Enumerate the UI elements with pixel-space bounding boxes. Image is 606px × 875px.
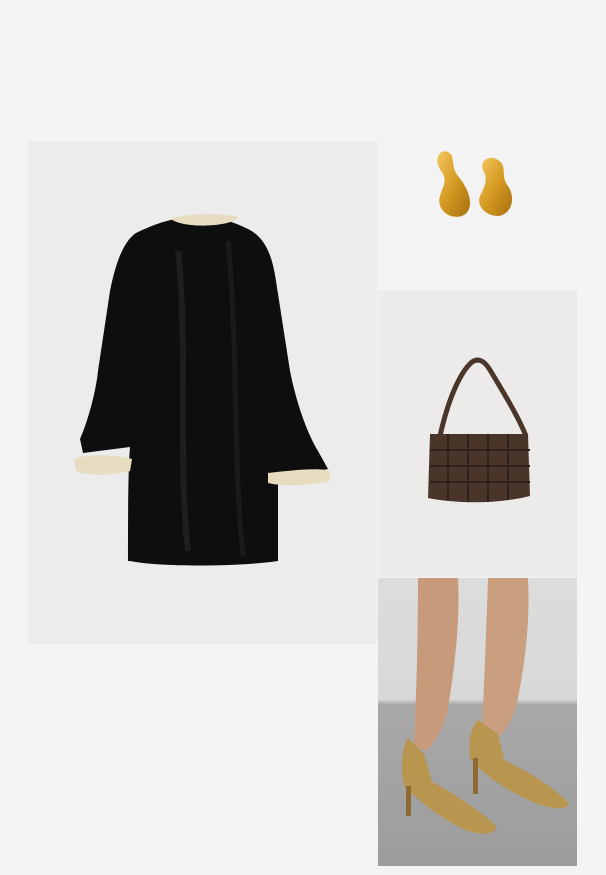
gold-earrings-image — [437, 151, 513, 217]
gold-pumps-image — [401, 578, 569, 834]
velvet-dress-image — [74, 214, 330, 566]
shoes-product-tile[interactable] — [378, 578, 577, 866]
dress-product-tile[interactable] — [28, 141, 377, 644]
earrings-product-tile[interactable] — [378, 0, 577, 289]
bag-product-tile[interactable] — [378, 290, 577, 577]
woven-bag-image — [428, 357, 530, 503]
